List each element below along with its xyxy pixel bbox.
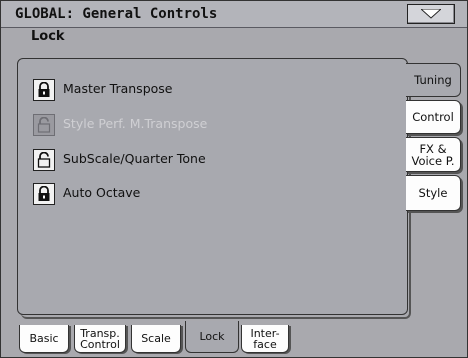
page-title: GLOBAL: General Controls <box>15 6 218 22</box>
tab-transp-control[interactable]: Transp. Control <box>74 325 126 353</box>
tab-lock[interactable]: Lock <box>185 321 239 353</box>
tab-interface[interactable]: Inter-face <box>241 325 289 353</box>
triangle-down-icon <box>421 9 441 19</box>
tab-tuning[interactable]: Tuning <box>406 63 461 97</box>
tab-fx-voice-p[interactable]: FX & Voice P. <box>406 137 461 172</box>
tab-control[interactable]: Control <box>406 100 461 134</box>
lock-closed-icon[interactable] <box>33 79 55 101</box>
tab-style[interactable]: Style <box>406 175 461 211</box>
lock-open-icon <box>33 114 55 136</box>
page-menu-button[interactable] <box>407 4 455 24</box>
tab-scale[interactable]: Scale <box>131 325 181 353</box>
title-bar: GLOBAL: General Controls <box>1 1 467 28</box>
lock-item-label: Auto Octave <box>63 185 141 200</box>
lock-item-label: SubScale/Quarter Tone <box>63 151 206 166</box>
section-title: Lock <box>31 29 65 44</box>
lock-closed-icon[interactable] <box>33 183 55 205</box>
lock-item-label: Style Perf. M.Transpose <box>63 116 208 131</box>
lock-item-label: Master Transpose <box>63 81 173 96</box>
lock-open-icon[interactable] <box>33 149 55 171</box>
tab-basic[interactable]: Basic <box>19 325 69 353</box>
global-window: GLOBAL: General Controls Lock Master Tra… <box>0 0 468 358</box>
